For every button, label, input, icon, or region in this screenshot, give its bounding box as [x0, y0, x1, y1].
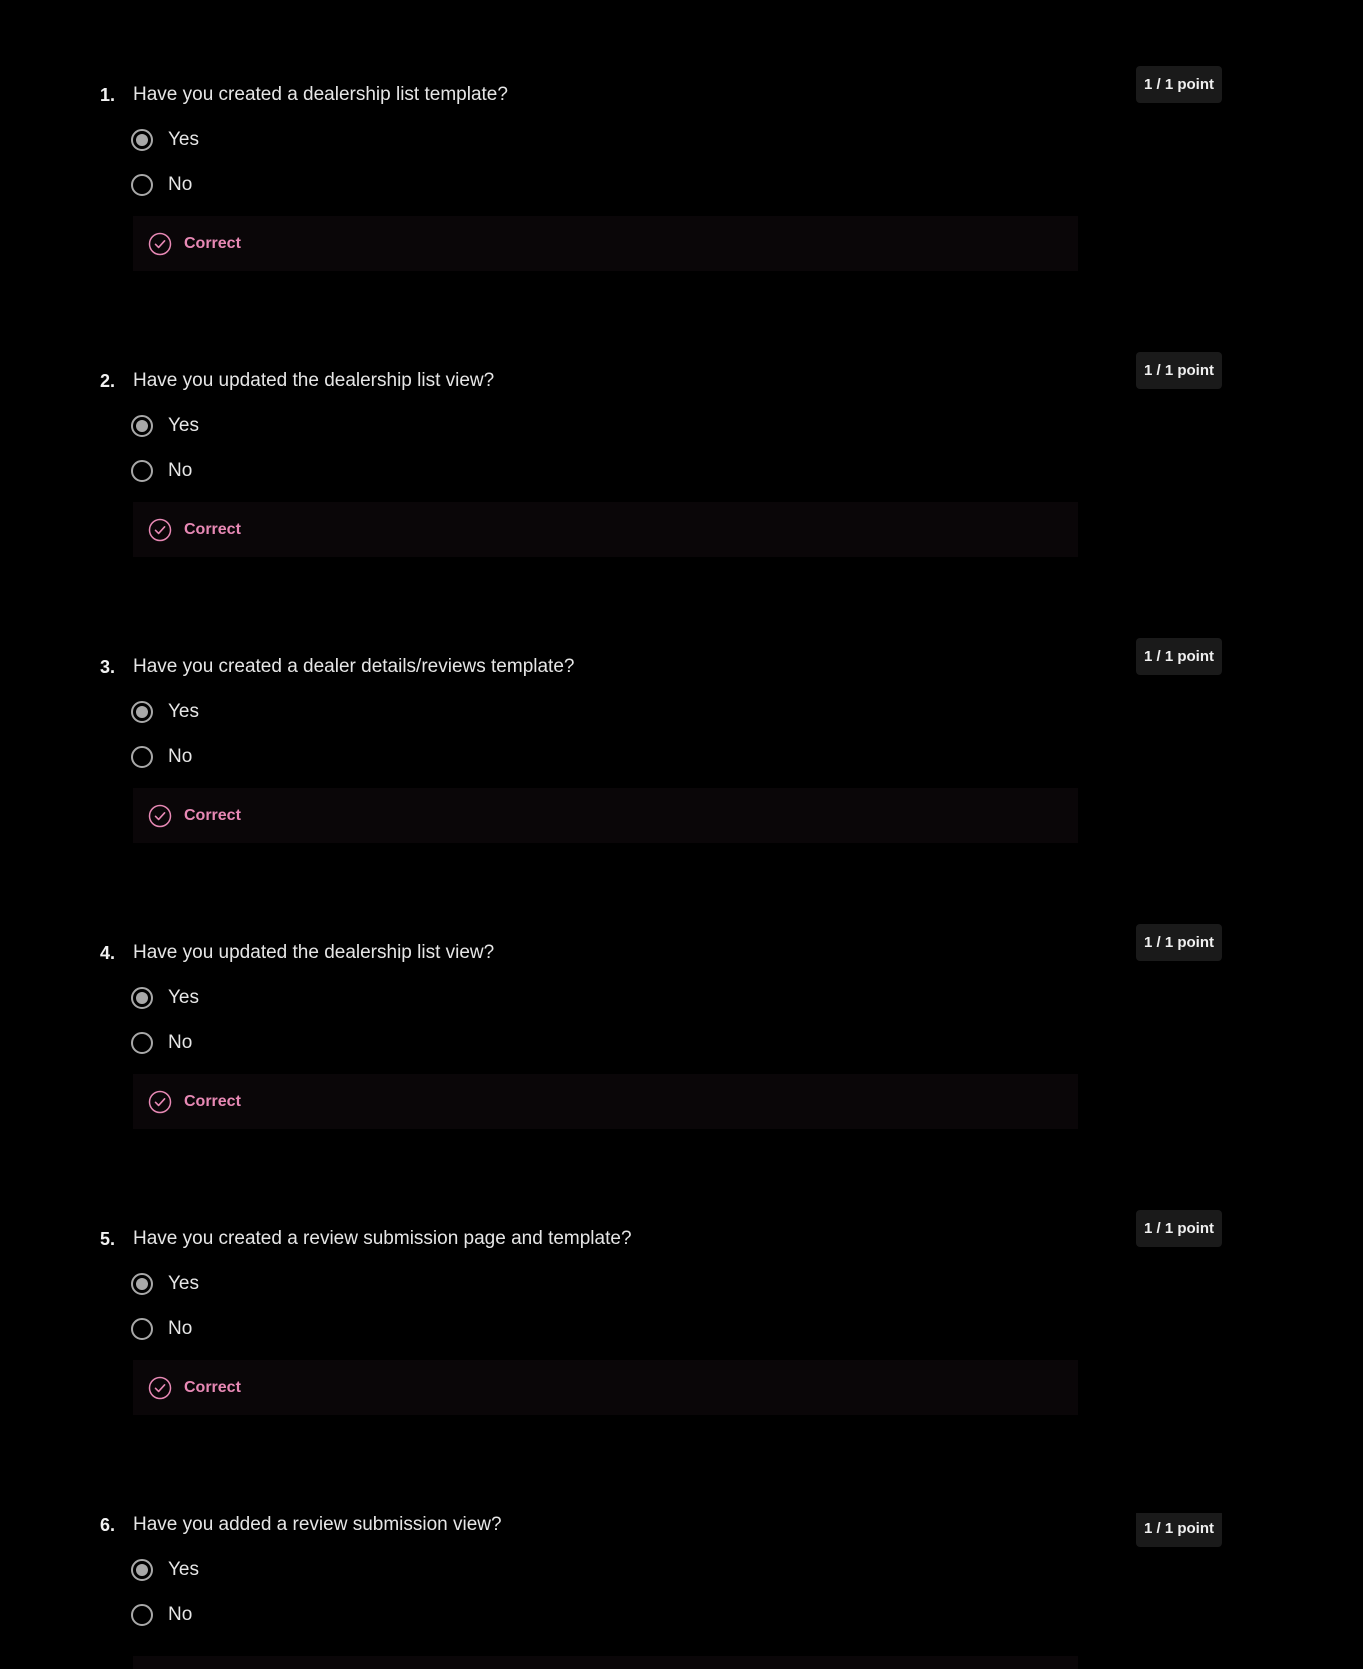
radio-unselected-icon[interactable]	[131, 1604, 153, 1626]
option-label: No	[168, 746, 193, 767]
feedback-correct: Correct	[133, 502, 1078, 557]
check-circle-icon	[148, 232, 172, 255]
option-label: Yes	[168, 701, 199, 722]
check-circle-icon	[148, 804, 172, 827]
radio-unselected-icon[interactable]	[131, 1318, 153, 1340]
question-number: 1.	[100, 85, 116, 105]
feedback-label: Correct	[184, 1092, 241, 1110]
question-text: Have you updated the dealership list vie…	[133, 370, 495, 391]
option-no[interactable]: No	[131, 744, 192, 770]
option-yes[interactable]: Yes	[131, 1271, 199, 1297]
points-badge: 1 / 1 point	[1136, 638, 1222, 675]
feedback-label: Correct	[184, 1378, 241, 1396]
radio-selected-icon[interactable]	[131, 1559, 153, 1581]
option-no[interactable]: No	[131, 1316, 192, 1342]
feedback-label: Correct	[184, 520, 241, 538]
question-1: 1. Have you created a dealership list te…	[0, 66, 1363, 323]
question-number: 2.	[100, 371, 116, 391]
question-text: Have you created a dealership list templ…	[133, 84, 508, 105]
option-label: Yes	[168, 987, 199, 1008]
check-circle-icon	[148, 1376, 172, 1399]
option-no[interactable]: No	[131, 1030, 192, 1056]
option-no[interactable]: No	[131, 1602, 192, 1628]
question-number: 3.	[100, 657, 116, 677]
feedback-correct: Correct	[133, 1360, 1078, 1415]
option-label: No	[168, 1318, 193, 1339]
radio-selected-icon[interactable]	[131, 415, 153, 437]
option-yes[interactable]: Yes	[131, 413, 199, 439]
feedback-panel	[133, 1656, 1078, 1669]
question-2: 2. Have you updated the dealership list …	[0, 352, 1363, 609]
points-badge: 1 / 1 point	[1136, 924, 1222, 961]
option-yes[interactable]: Yes	[131, 985, 199, 1011]
question-6: 6. Have you added a review submission vi…	[0, 1513, 1363, 1669]
option-no[interactable]: No	[131, 458, 192, 484]
radio-selected-icon[interactable]	[131, 129, 153, 151]
points-badge: 1 / 1 point	[1136, 1210, 1222, 1247]
feedback-correct: Correct	[133, 788, 1078, 843]
question-text: Have you updated the dealership list vie…	[133, 942, 495, 963]
question-text: Have you created a dealer details/review…	[133, 656, 575, 677]
feedback-correct: Correct	[133, 216, 1078, 271]
option-no[interactable]: No	[131, 172, 192, 198]
option-label: No	[168, 174, 193, 195]
radio-unselected-icon[interactable]	[131, 746, 153, 768]
feedback-label: Correct	[184, 234, 241, 252]
option-yes[interactable]: Yes	[131, 127, 199, 153]
option-label: Yes	[168, 1273, 199, 1294]
option-label: Yes	[168, 129, 199, 150]
check-circle-icon	[148, 1090, 172, 1113]
question-number: 4.	[100, 943, 116, 963]
question-number: 5.	[100, 1229, 116, 1249]
radio-selected-icon[interactable]	[131, 987, 153, 1009]
option-yes[interactable]: Yes	[131, 699, 199, 725]
question-4: 4. Have you updated the dealership list …	[0, 924, 1363, 1181]
option-label: No	[168, 1604, 193, 1625]
check-circle-icon	[148, 518, 172, 541]
question-text: Have you added a review submission view?	[133, 1514, 502, 1535]
points-badge: 1 / 1 point	[1136, 352, 1222, 389]
feedback-label: Correct	[184, 806, 241, 824]
question-3: 3. Have you created a dealer details/rev…	[0, 638, 1363, 895]
radio-unselected-icon[interactable]	[131, 460, 153, 482]
option-label: Yes	[168, 415, 199, 436]
option-label: Yes	[168, 1559, 199, 1580]
radio-selected-icon[interactable]	[131, 701, 153, 723]
points-badge: 1 / 1 point	[1136, 1513, 1222, 1547]
question-5: 5. Have you created a review submission …	[0, 1210, 1363, 1467]
radio-unselected-icon[interactable]	[131, 174, 153, 196]
option-label: No	[168, 1032, 193, 1053]
radio-selected-icon[interactable]	[131, 1273, 153, 1295]
option-yes[interactable]: Yes	[131, 1557, 199, 1583]
question-text: Have you created a review submission pag…	[133, 1228, 632, 1249]
feedback-correct: Correct	[133, 1074, 1078, 1129]
question-number: 6.	[100, 1515, 116, 1535]
radio-unselected-icon[interactable]	[131, 1032, 153, 1054]
option-label: No	[168, 460, 193, 481]
points-badge: 1 / 1 point	[1136, 66, 1222, 103]
